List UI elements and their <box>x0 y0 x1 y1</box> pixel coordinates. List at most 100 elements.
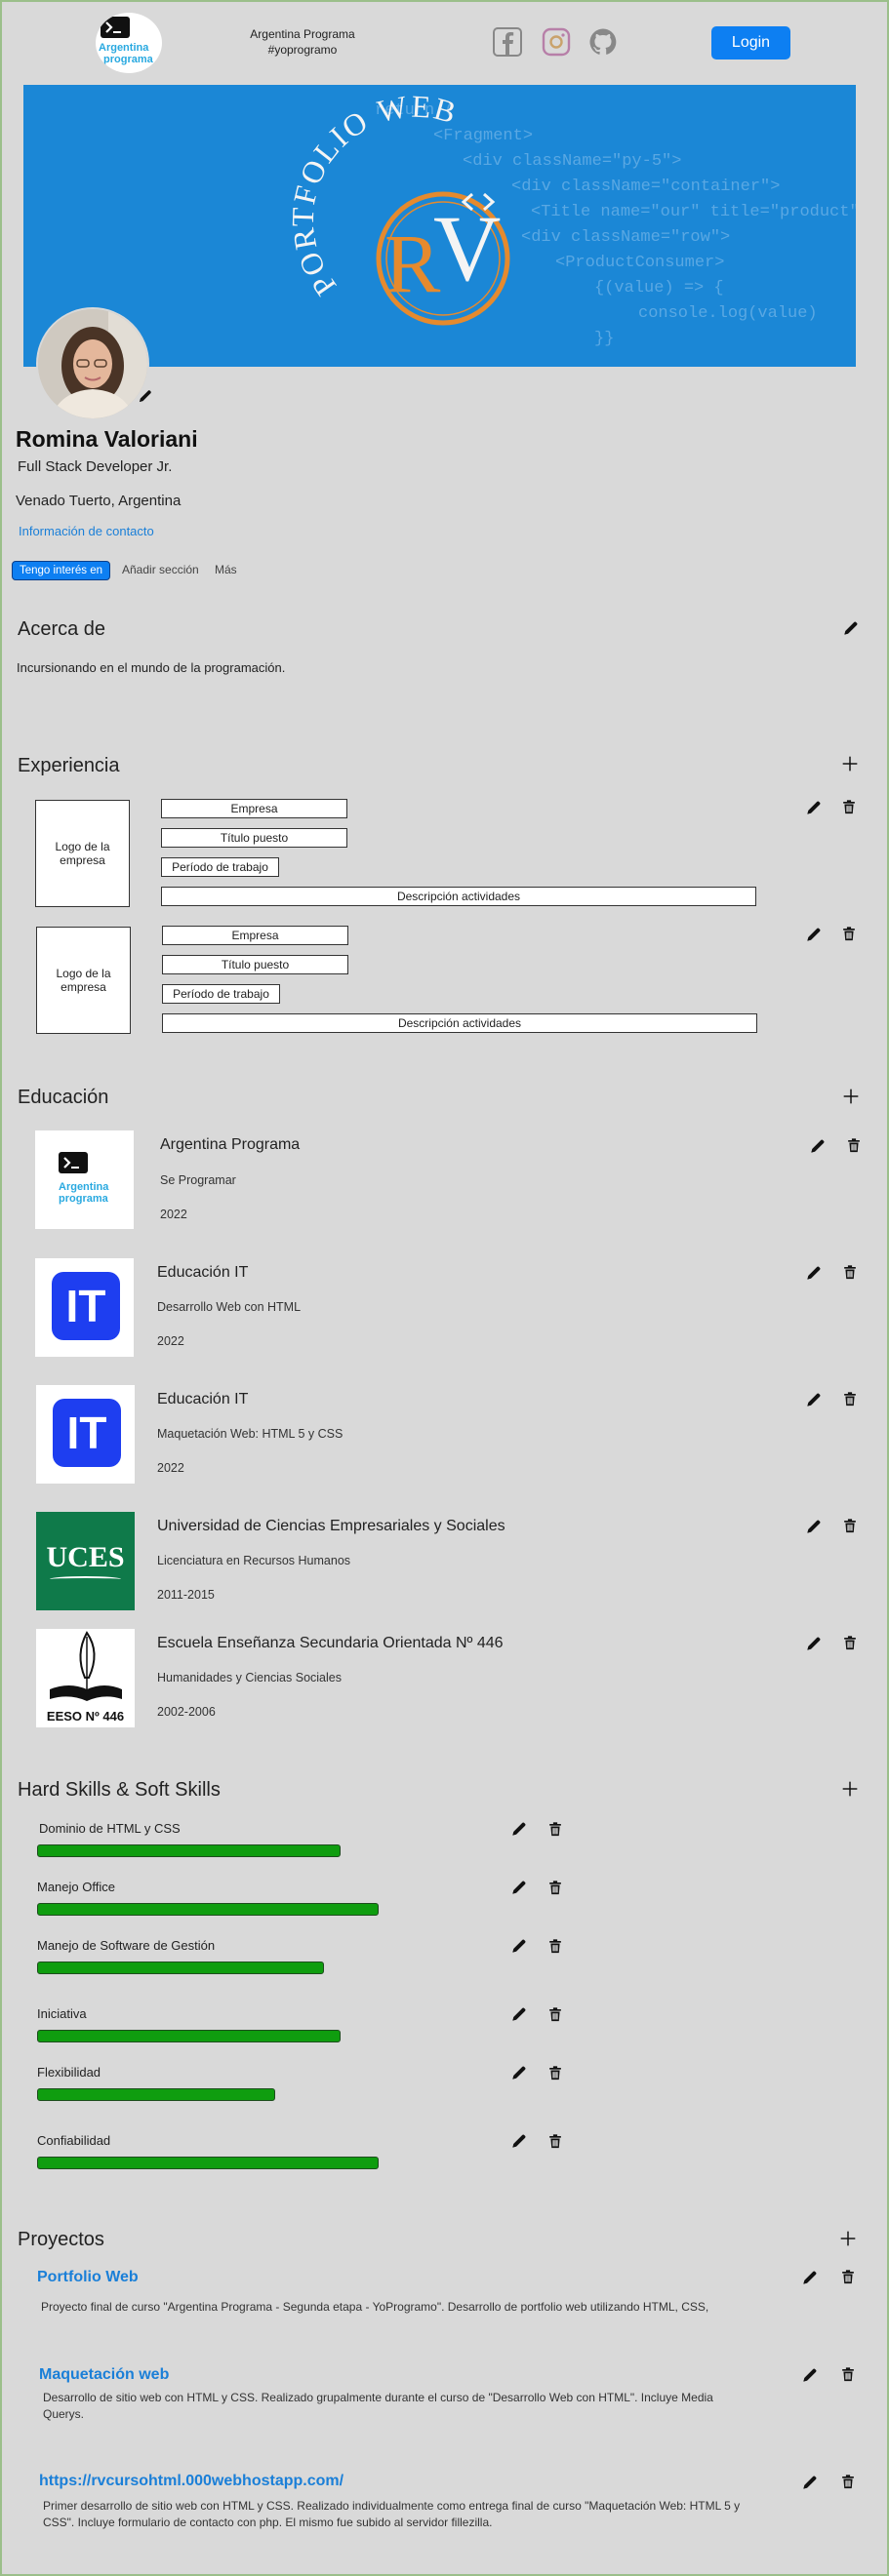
delete-education-trash-icon[interactable] <box>840 1262 860 1282</box>
brand-text: Argentina Programa #yoprogramo <box>234 26 371 58</box>
delete-skill-trash-icon[interactable] <box>546 2131 565 2151</box>
brand-line-2: #yoprogramo <box>267 43 338 57</box>
education-logo-eeso: EESO Nº 446 <box>36 1629 135 1727</box>
logo-text-bottom: programa <box>103 54 153 65</box>
add-project-plus-icon[interactable] <box>837 2228 859 2249</box>
education-logo-educacion-it: IT <box>36 1385 135 1484</box>
skill-level-bar <box>37 2088 275 2101</box>
delete-experience-trash-icon[interactable] <box>839 924 859 943</box>
education-institution: Educación IT <box>157 1264 249 1281</box>
delete-project-trash-icon[interactable] <box>838 2267 858 2286</box>
experience-title: Experiencia <box>18 755 120 776</box>
banner-code-line: <Title name="our" title="product" <box>531 203 856 221</box>
header: Argentina programa Argentina Programa #y… <box>0 0 889 84</box>
delete-skill-trash-icon[interactable] <box>546 1936 565 1956</box>
edit-avatar-pencil-icon[interactable] <box>137 387 154 405</box>
experience-position: Título puesto <box>162 955 348 974</box>
facebook-icon[interactable] <box>493 27 522 57</box>
add-section-button[interactable]: Añadir sección <box>122 563 199 576</box>
education-period: 2011-2015 <box>157 1588 215 1602</box>
instagram-icon[interactable] <box>542 27 571 57</box>
edit-about-pencil-icon[interactable] <box>841 618 861 638</box>
profile-location: Venado Tuerto, Argentina <box>16 493 182 509</box>
login-button[interactable]: Login <box>711 26 790 59</box>
delete-education-trash-icon[interactable] <box>840 1389 860 1408</box>
education-period: 2022 <box>157 1334 184 1348</box>
edit-education-pencil-icon[interactable] <box>804 1390 824 1409</box>
uces-logo-wave <box>50 1576 121 1582</box>
avatar[interactable] <box>36 307 149 420</box>
experience-logo-placeholder: Logo de la empresa <box>36 927 131 1034</box>
github-icon[interactable] <box>588 27 618 57</box>
education-institution: Argentina Programa <box>160 1136 301 1153</box>
profile-banner: return ( <Fragment> <div className="py-5… <box>23 85 856 367</box>
education-course: Desarrollo Web con HTML <box>157 1300 302 1314</box>
delete-education-trash-icon[interactable] <box>840 1633 860 1652</box>
edit-skill-pencil-icon[interactable] <box>509 1936 529 1956</box>
project-title-link[interactable]: Maquetación web <box>39 2366 169 2384</box>
banner-code-line: <Fragment> <box>433 127 533 145</box>
edit-experience-pencil-icon[interactable] <box>804 798 824 817</box>
edit-experience-pencil-icon[interactable] <box>804 925 824 944</box>
education-course: Licenciatura en Recursos Humanos <box>157 1554 351 1567</box>
education-period: 2022 <box>160 1208 187 1221</box>
edit-education-pencil-icon[interactable] <box>808 1136 828 1156</box>
education-course: Maquetación Web: HTML 5 y CSS <box>157 1427 343 1441</box>
more-button[interactable]: Más <box>215 563 237 576</box>
edit-education-pencil-icon[interactable] <box>804 1634 824 1653</box>
edit-skill-pencil-icon[interactable] <box>509 2063 529 2082</box>
terminal-icon <box>101 17 130 38</box>
delete-skill-trash-icon[interactable] <box>546 1819 565 1839</box>
skill-label: Flexibilidad <box>37 2065 101 2080</box>
delete-project-trash-icon[interactable] <box>838 2472 858 2491</box>
banner-code-line: <div className="row"> <box>521 228 730 247</box>
contact-info-link[interactable]: Información de contacto <box>19 524 154 538</box>
add-experience-plus-icon[interactable] <box>839 753 861 774</box>
education-title: Educación <box>18 1087 109 1108</box>
skill-label: Iniciativa <box>37 2006 87 2021</box>
project-title-link[interactable]: https://rvcursohtml.000webhostapp.com/ <box>39 2473 343 2490</box>
banner-code-line: <div className="py-5"> <box>463 152 681 171</box>
project-description: Primer desarrollo de sitio web con HTML … <box>43 2499 741 2529</box>
experience-period: Período de trabajo <box>162 984 280 1004</box>
delete-project-trash-icon[interactable] <box>838 2364 858 2384</box>
delete-experience-trash-icon[interactable] <box>839 797 859 816</box>
skill-level-bar <box>37 1962 324 1974</box>
add-education-plus-icon[interactable] <box>840 1086 862 1107</box>
logo-text-top: Argentina <box>99 42 149 54</box>
edu-logo-text-bottom: programa <box>59 1193 108 1205</box>
edit-skill-pencil-icon[interactable] <box>509 2131 529 2151</box>
it-logo-square: IT <box>52 1272 120 1340</box>
education-institution: Educación IT <box>157 1391 249 1407</box>
edit-skill-pencil-icon[interactable] <box>509 2004 529 2024</box>
experience-position: Título puesto <box>161 828 347 848</box>
delete-education-trash-icon[interactable] <box>844 1135 864 1155</box>
delete-skill-trash-icon[interactable] <box>546 2004 565 2024</box>
edit-education-pencil-icon[interactable] <box>804 1517 824 1536</box>
project-description: Desarrollo de sitio web con HTML y CSS. … <box>43 2391 713 2421</box>
project-title-link[interactable]: Portfolio Web <box>37 2269 139 2286</box>
delete-education-trash-icon[interactable] <box>840 1516 860 1535</box>
banner-code-line: }} <box>594 330 614 348</box>
edit-education-pencil-icon[interactable] <box>804 1263 824 1283</box>
header-logo[interactable]: Argentina programa <box>96 13 162 73</box>
profile-name: Romina Valoriani <box>16 426 198 452</box>
delete-skill-trash-icon[interactable] <box>546 1878 565 1897</box>
education-institution: Escuela Enseñanza Secundaria Orientada N… <box>157 1635 504 1651</box>
interest-button[interactable]: Tengo interés en <box>12 561 110 580</box>
delete-skill-trash-icon[interactable] <box>546 2063 565 2082</box>
experience-description: Descripción actividades <box>162 1013 757 1033</box>
edit-skill-pencil-icon[interactable] <box>509 1878 529 1897</box>
edit-project-pencil-icon[interactable] <box>800 2268 820 2287</box>
skill-level-bar <box>37 1844 341 1857</box>
edit-project-pencil-icon[interactable] <box>800 2473 820 2492</box>
feather-book-icon <box>50 1631 122 1701</box>
add-skill-plus-icon[interactable] <box>839 1778 861 1800</box>
education-period: 2022 <box>157 1461 184 1475</box>
banner-code-line: console.log(value) <box>638 304 818 323</box>
experience-logo-placeholder: Logo de la empresa <box>35 800 130 907</box>
banner-art: return ( <Fragment> <div className="py-5… <box>285 88 856 348</box>
edit-project-pencil-icon[interactable] <box>800 2365 820 2385</box>
eeso-logo-text: EESO Nº 446 <box>46 1709 125 1724</box>
edit-skill-pencil-icon[interactable] <box>509 1819 529 1839</box>
